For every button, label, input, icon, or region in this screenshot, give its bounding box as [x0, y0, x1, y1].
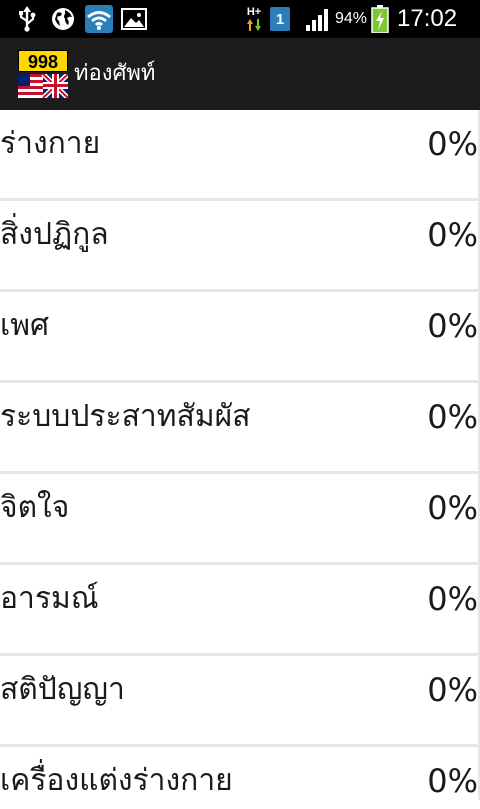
image-icon [120, 0, 148, 38]
list-item[interactable]: สติปัญญา 0% [0, 656, 478, 744]
category-label: ร่างกาย [0, 126, 101, 161]
category-progress: 0% [427, 125, 478, 163]
category-progress: 0% [427, 489, 478, 527]
category-progress: 0% [427, 762, 478, 800]
list-item[interactable]: ร่างกาย 0% [0, 110, 478, 198]
category-label: สติปัญญา [0, 672, 125, 707]
list-item[interactable]: ระบบประสาทสัมผัส 0% [0, 383, 478, 471]
category-label: เครื่องแต่งร่างกาย [0, 763, 233, 798]
category-progress: 0% [427, 398, 478, 436]
globe-icon [50, 0, 76, 38]
category-label: ระบบประสาทสัมผัส [0, 399, 251, 434]
category-label: อารมณ์ [0, 581, 99, 616]
network-type: H+ [246, 6, 262, 18]
data-arrows-icon: H+ [242, 0, 266, 38]
flag-icon [18, 74, 68, 98]
list-item[interactable]: อารมณ์ 0% [0, 565, 478, 653]
category-list: ร่างกาย 0% สิ่งปฏิกูล 0% เพศ 0% ระบบประส… [0, 110, 480, 800]
app-bar: 998 ท่องศัพท์ [0, 38, 480, 111]
sim-slot: 1 [275, 10, 285, 28]
app-logo[interactable]: 998 [18, 50, 68, 98]
battery-charging-icon [370, 0, 390, 38]
category-label: เพศ [0, 308, 50, 343]
battery-percent: 94% [335, 10, 368, 27]
signal-icon [304, 0, 332, 38]
status-bar: H+ 1 94% 17:02 [0, 0, 480, 38]
category-progress: 0% [427, 671, 478, 709]
usb-icon [14, 0, 40, 38]
logo-number: 998 [18, 50, 68, 72]
category-progress: 0% [427, 580, 478, 618]
sim-icon: 1 [268, 0, 292, 38]
category-label: สิ่งปฏิกูล [0, 217, 109, 252]
category-progress: 0% [427, 216, 478, 254]
list-item[interactable]: จิตใจ 0% [0, 474, 478, 562]
app-title: ท่องศัพท์ [74, 61, 156, 86]
category-progress: 0% [427, 307, 478, 345]
category-label: จิตใจ [0, 490, 70, 525]
wifi-icon [84, 0, 114, 38]
clock: 17:02 [397, 5, 458, 32]
list-item[interactable]: เพศ 0% [0, 292, 478, 380]
list-item[interactable]: สิ่งปฏิกูล 0% [0, 201, 478, 289]
list-item[interactable]: เครื่องแต่งร่างกาย 0% [0, 747, 478, 800]
